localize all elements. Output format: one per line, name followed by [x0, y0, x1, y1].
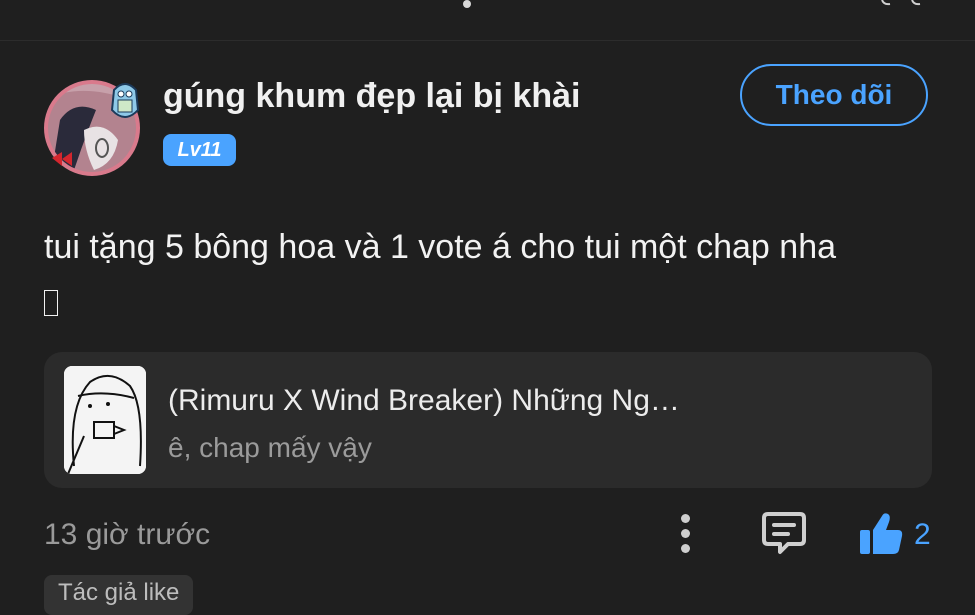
- top-right-icon: [881, 0, 921, 6]
- level-badge: Lv11: [163, 134, 236, 166]
- story-thumbnail: [64, 366, 146, 474]
- comment-body: tui tặng 5 bông hoa và 1 vote á cho tui …: [44, 220, 944, 332]
- missing-emoji-glyph: [44, 290, 58, 316]
- timestamp: 13 giờ trước: [44, 518, 211, 551]
- like-count: 2: [914, 518, 931, 551]
- like-icon: [860, 513, 903, 554]
- avatar-frame-icon: [110, 83, 140, 118]
- comment-text: tui tặng 5 bông hoa và 1 vote á cho tui …: [44, 228, 837, 266]
- reply-button[interactable]: [760, 510, 808, 556]
- story-card[interactable]: (Rimuru X Wind Breaker) Những Ng… ê, cha…: [44, 352, 932, 488]
- follow-button[interactable]: Theo dõi: [740, 64, 928, 126]
- avatar[interactable]: [44, 80, 140, 176]
- top-bar: [0, 0, 975, 41]
- more-options-button[interactable]: [672, 512, 700, 556]
- story-subtitle: ê, chap mấy vậy: [168, 432, 372, 463]
- username[interactable]: gúng khum đẹp lại bị khài: [163, 77, 580, 116]
- more-vertical-icon: [681, 514, 690, 523]
- author-liked-tag: Tác giả like: [44, 575, 194, 615]
- top-indicator-dot: [463, 0, 471, 8]
- like-button[interactable]: 2: [858, 508, 938, 556]
- reply-icon: [762, 512, 806, 554]
- story-title: (Rimuru X Wind Breaker) Những Ng…: [168, 384, 680, 417]
